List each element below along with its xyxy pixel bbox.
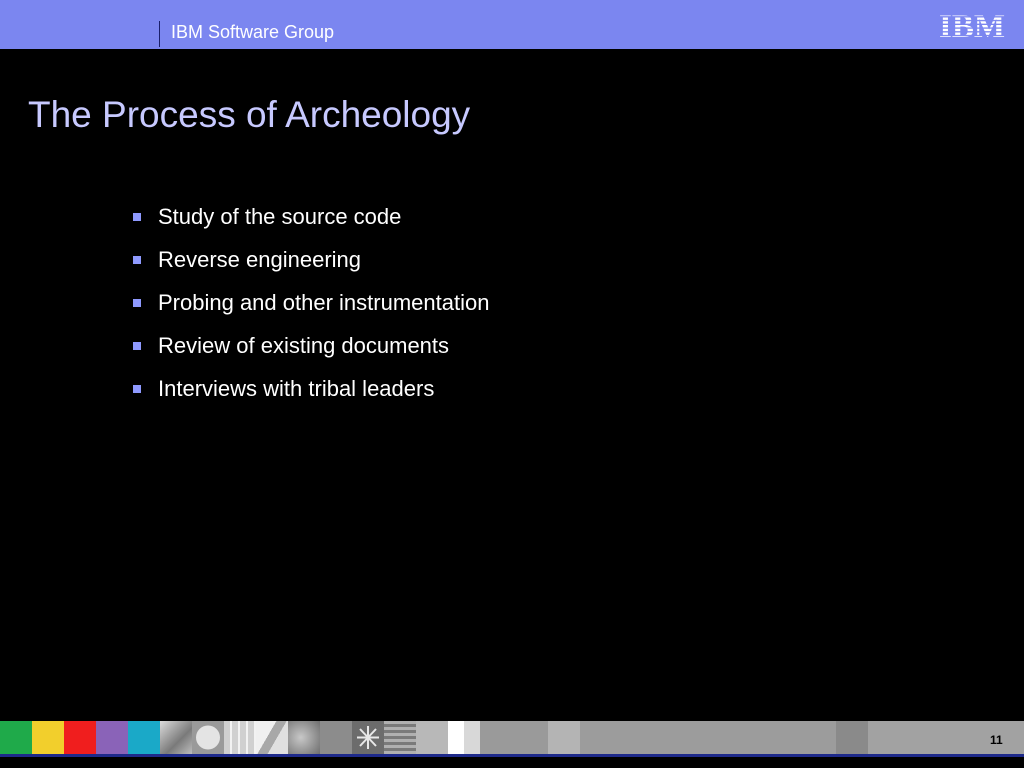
list-item: Review of existing documents — [133, 333, 489, 376]
header-bar: IBM Software Group IBM — [0, 0, 1024, 49]
footer-tile-building — [256, 721, 288, 754]
footer-tile-long — [580, 721, 836, 754]
footer-tile-gray — [320, 721, 352, 754]
footer-strip — [0, 721, 1024, 754]
slide-title: The Process of Archeology — [28, 94, 471, 135]
footer-tile-circle — [192, 721, 224, 754]
footer-tile-red — [64, 721, 96, 754]
footer-tile-green — [0, 721, 32, 754]
bullet-text: Interviews with tribal leaders — [158, 376, 435, 401]
footer-tile-cyan — [128, 721, 160, 754]
square-bullet-icon — [133, 299, 141, 307]
footer-tile-photo — [160, 721, 192, 754]
circle-graphic-icon — [196, 725, 220, 750]
square-bullet-icon — [133, 342, 141, 350]
page-number: 11 — [990, 733, 1003, 747]
footer-tile-mid — [480, 721, 548, 754]
list-item: Interviews with tribal leaders — [133, 376, 489, 419]
footer-tile-dark — [836, 721, 868, 754]
bullet-text: Probing and other instrumentation — [158, 290, 490, 315]
footer-tile-grid — [224, 721, 256, 754]
footer-tile-light — [416, 721, 448, 754]
square-bullet-icon — [133, 213, 141, 221]
footer-tile-light2 — [548, 721, 580, 754]
ibm-logo: IBM — [939, 10, 1005, 40]
bullet-text: Review of existing documents — [158, 333, 450, 358]
bullet-text: Reverse engineering — [158, 247, 362, 272]
bullet-list: Study of the source code Reverse enginee… — [133, 204, 489, 419]
footer-bottom-line — [0, 754, 1024, 757]
slide: IBM Software Group IBM The Process of Ar… — [0, 0, 1024, 768]
burst-graphic-icon — [357, 726, 379, 749]
footer-tile-checker — [448, 721, 480, 754]
header-divider — [159, 21, 160, 47]
footer-tile-star — [352, 721, 384, 754]
footer-tile-stripes — [384, 721, 416, 754]
list-item: Study of the source code — [133, 204, 489, 247]
footer-tile-yellow — [32, 721, 64, 754]
logo-text: IBM — [939, 10, 1005, 40]
group-label: IBM Software Group — [171, 22, 335, 42]
footer-tile-texture — [288, 721, 320, 754]
list-item: Reverse engineering — [133, 247, 489, 290]
footer-tile-purple — [96, 721, 128, 754]
list-item: Probing and other instrumentation — [133, 290, 489, 333]
square-bullet-icon — [133, 256, 141, 264]
square-bullet-icon — [133, 385, 141, 393]
bullet-text: Study of the source code — [158, 204, 402, 229]
